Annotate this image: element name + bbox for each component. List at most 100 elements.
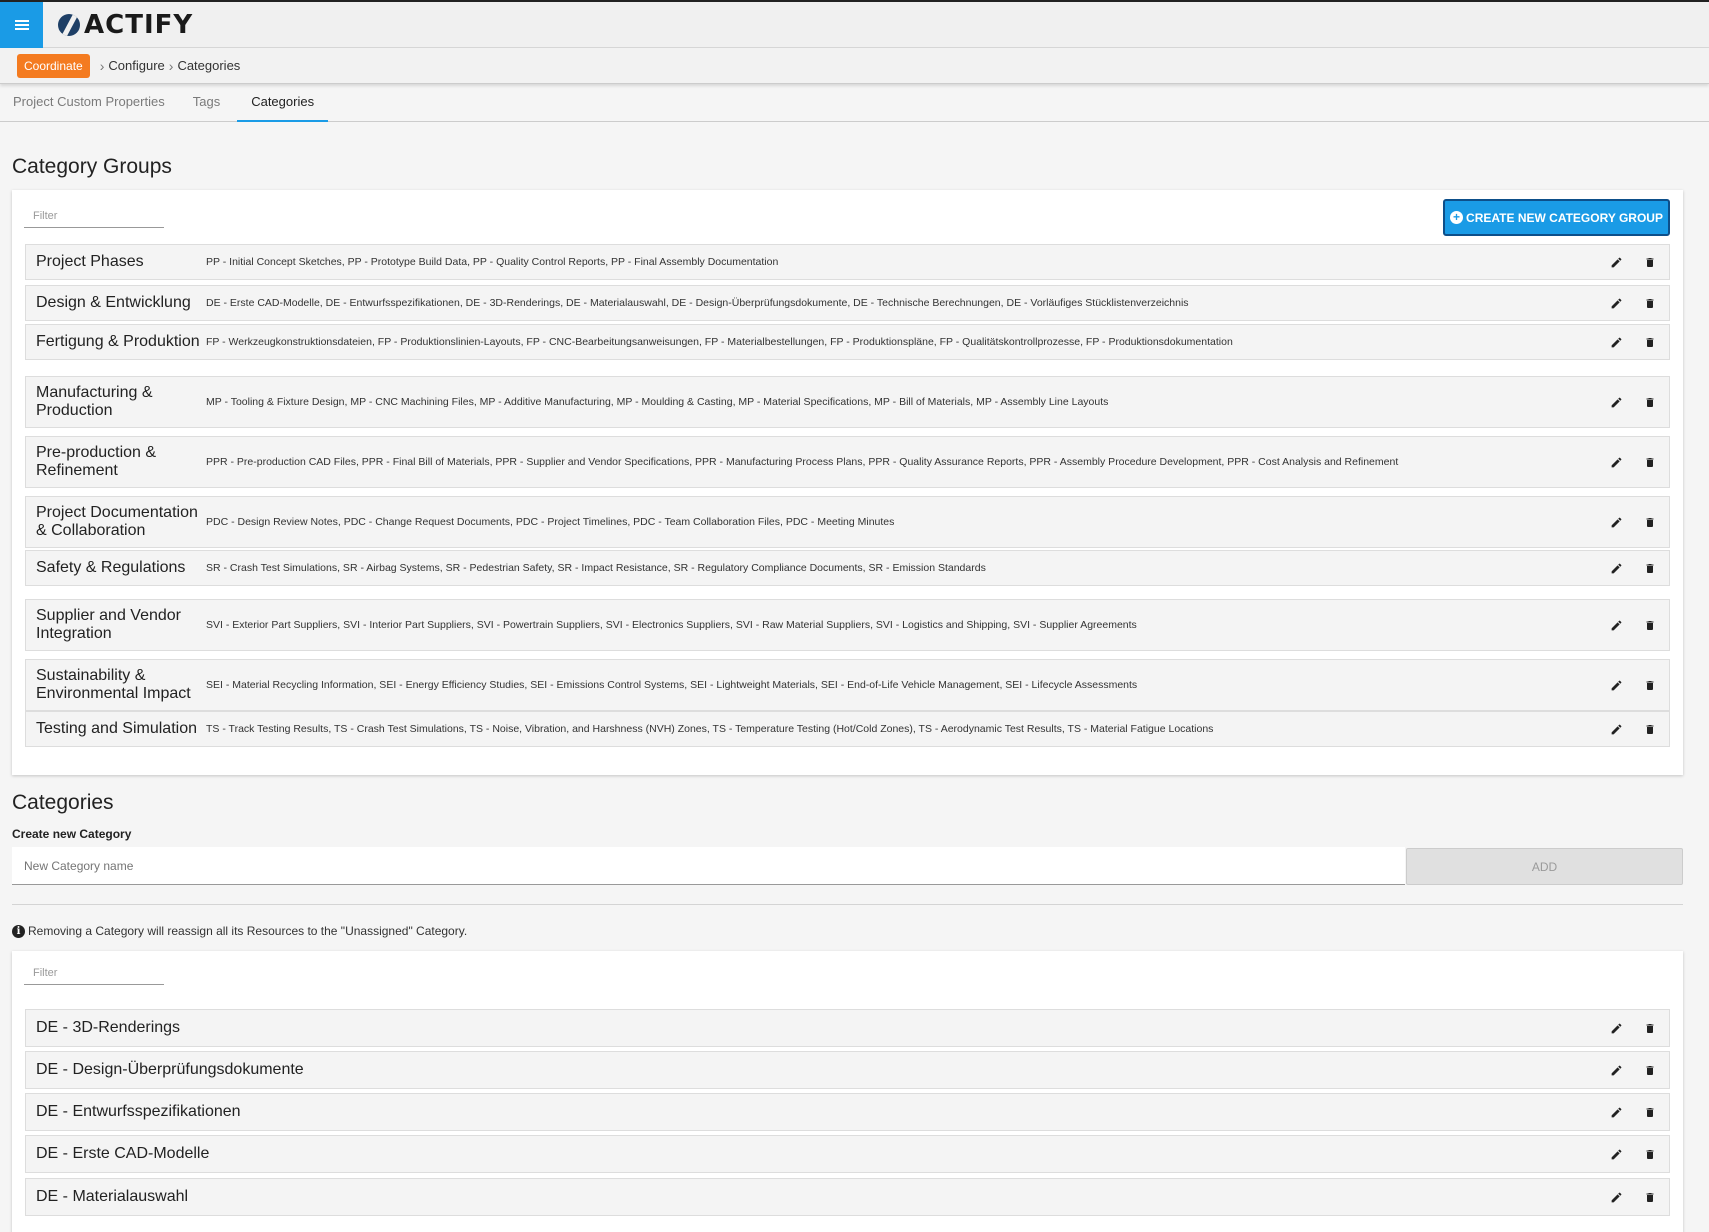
category-delete-icon[interactable] <box>1643 1189 1657 1205</box>
breadcrumb-badge-coordinate[interactable]: Coordinate <box>17 53 90 78</box>
category-group-name: Pre-production & Refinement <box>36 444 157 479</box>
category-group-categories: SEI - Material Recycling Information, SE… <box>206 679 1138 691</box>
category-edit-icon[interactable] <box>1609 1146 1623 1162</box>
row-actions <box>1589 677 1669 693</box>
category-group-edit-icon[interactable] <box>1609 254 1623 270</box>
row-actions <box>1589 1189 1669 1205</box>
category-group-edit-icon[interactable] <box>1609 677 1623 693</box>
category-group-edit-icon[interactable] <box>1609 295 1623 311</box>
category-group-row: Testing and Simulation TS - Track Testing… <box>25 711 1670 747</box>
category-delete-icon[interactable] <box>1643 1020 1657 1036</box>
category-group-categories: MP - Tooling & Fixture Design, MP - CNC … <box>206 396 1109 408</box>
categories-title: Categories <box>12 791 114 814</box>
category-row: DE - Design-Überprüfungsdokumente <box>25 1051 1670 1089</box>
breadcrumb-configure[interactable]: Configure <box>108 58 164 73</box>
category-name: DE - Materialauswahl <box>36 1188 189 1205</box>
create-category-label: Create new Category <box>12 827 132 841</box>
chevron-right-icon: › <box>168 57 174 74</box>
breadcrumb: Coordinate › Configure › Categories <box>0 48 1709 84</box>
category-group-name: Design & Entwicklung <box>36 294 191 311</box>
plus-circle-icon: + <box>1450 211 1464 224</box>
category-group-delete-icon[interactable] <box>1643 560 1657 576</box>
category-group-edit-icon[interactable] <box>1609 514 1623 530</box>
category-group-row: Design & Entwicklung DE - Erste CAD-Model… <box>25 285 1670 321</box>
tab-tags[interactable]: Tags <box>182 86 231 122</box>
app-logo[interactable]: ACTIFY <box>58 10 194 40</box>
category-group-name: Testing and Simulation <box>36 720 197 737</box>
tab-project-custom-properties[interactable]: Project Custom Properties <box>2 86 176 122</box>
category-group-delete-icon[interactable] <box>1643 514 1657 530</box>
category-group-edit-icon[interactable] <box>1609 560 1623 576</box>
category-groups-title: Category Groups <box>12 155 172 178</box>
category-delete-icon[interactable] <box>1643 1146 1657 1162</box>
category-group-delete-icon[interactable] <box>1643 394 1657 410</box>
category-row: DE - Materialauswahl <box>25 1178 1670 1216</box>
category-name: DE - Erste CAD-Modelle <box>36 1145 210 1162</box>
category-group-edit-icon[interactable] <box>1609 334 1623 350</box>
category-name: DE - 3D-Renderings <box>36 1019 181 1036</box>
breadcrumb-current: Categories <box>177 58 241 73</box>
category-group-delete-icon[interactable] <box>1643 254 1657 270</box>
categories-filter-input[interactable]: Filter <box>24 953 164 985</box>
category-group-categories: PP - Initial Concept Sketches, PP - Prot… <box>206 256 779 268</box>
row-actions <box>1589 514 1669 530</box>
category-group-row: Fertigung & Produktion FP - Werkzeugkonst… <box>25 324 1670 360</box>
logo-text: ACTIFY <box>84 10 194 40</box>
category-group-row: Pre-production & Refinement PPR - Pre-pro… <box>25 436 1670 488</box>
category-group-categories: TS - Track Testing Results, TS - Crash T… <box>206 723 1214 735</box>
category-groups-filter-input[interactable]: Filter <box>24 196 164 228</box>
category-row: DE - 3D-Renderings <box>25 1009 1670 1047</box>
row-actions <box>1589 394 1669 410</box>
category-delete-icon[interactable] <box>1643 1104 1657 1120</box>
category-edit-icon[interactable] <box>1609 1104 1623 1120</box>
category-name: DE - Entwurfsspezifikationen <box>36 1103 241 1120</box>
row-actions <box>1589 1104 1669 1120</box>
category-group-delete-icon[interactable] <box>1643 677 1657 693</box>
category-group-name: Fertigung & Produktion <box>36 333 200 350</box>
categories-panel: Filter DE - 3D-Renderings DE - Design-Übe… <box>12 951 1683 1232</box>
row-actions <box>1589 254 1669 270</box>
category-group-delete-icon[interactable] <box>1643 617 1657 633</box>
category-group-delete-icon[interactable] <box>1643 334 1657 350</box>
category-group-categories: PPR - Pre-production CAD Files, PPR - Fi… <box>206 456 1399 468</box>
category-group-row: Project Phases PP - Initial Concept Sketc… <box>25 244 1670 280</box>
info-message: i Removing a Category will reassign all … <box>12 924 467 938</box>
divider <box>12 904 1683 905</box>
row-actions <box>1589 454 1669 470</box>
create-category-group-label: CREATE NEW CATEGORY GROUP <box>1466 210 1663 225</box>
category-delete-icon[interactable] <box>1643 1062 1657 1078</box>
category-group-categories: FP - Werkzeugkonstruktionsdateien, FP - … <box>206 336 1233 348</box>
category-group-edit-icon[interactable] <box>1609 454 1623 470</box>
new-category-name-input[interactable] <box>12 847 1405 885</box>
category-group-name: Project Phases <box>36 253 144 270</box>
category-group-categories: PDC - Design Review Notes, PDC - Change … <box>206 516 895 528</box>
category-group-name: Manufacturing & Production <box>36 384 153 419</box>
add-category-button[interactable]: ADD <box>1406 848 1683 885</box>
row-actions <box>1589 1146 1669 1162</box>
category-group-categories: SVI - Exterior Part Suppliers, SVI - Int… <box>206 619 1137 631</box>
create-category-group-button[interactable]: + CREATE NEW CATEGORY GROUP <box>1443 199 1670 236</box>
row-actions <box>1589 721 1669 737</box>
category-group-edit-icon[interactable] <box>1609 617 1623 633</box>
category-group-delete-icon[interactable] <box>1643 721 1657 737</box>
tab-categories[interactable]: Categories <box>237 86 329 122</box>
top-bar: ACTIFY <box>0 0 1709 48</box>
category-group-delete-icon[interactable] <box>1643 454 1657 470</box>
category-group-edit-icon[interactable] <box>1609 721 1623 737</box>
category-row: DE - Erste CAD-Modelle <box>25 1135 1670 1173</box>
category-group-row: Safety & Regulations SR - Crash Test Simu… <box>25 550 1670 586</box>
category-group-name: Project Documentation & Collaboration <box>36 504 198 539</box>
category-edit-icon[interactable] <box>1609 1020 1623 1036</box>
category-group-edit-icon[interactable] <box>1609 394 1623 410</box>
hamburger-menu-button[interactable] <box>0 2 43 48</box>
category-group-categories: DE - Erste CAD-Modelle, DE - Entwurfsspe… <box>206 297 1189 309</box>
category-group-categories: SR - Crash Test Simulations, SR - Airbag… <box>206 562 986 574</box>
info-icon: i <box>12 924 25 938</box>
row-actions <box>1589 617 1669 633</box>
category-group-name: Sustainability & Environmental Impact <box>36 667 191 702</box>
category-edit-icon[interactable] <box>1609 1189 1623 1205</box>
category-group-delete-icon[interactable] <box>1643 295 1657 311</box>
category-edit-icon[interactable] <box>1609 1062 1623 1078</box>
category-group-row: Sustainability & Environmental Impact SEI… <box>25 659 1670 711</box>
row-actions <box>1589 560 1669 576</box>
